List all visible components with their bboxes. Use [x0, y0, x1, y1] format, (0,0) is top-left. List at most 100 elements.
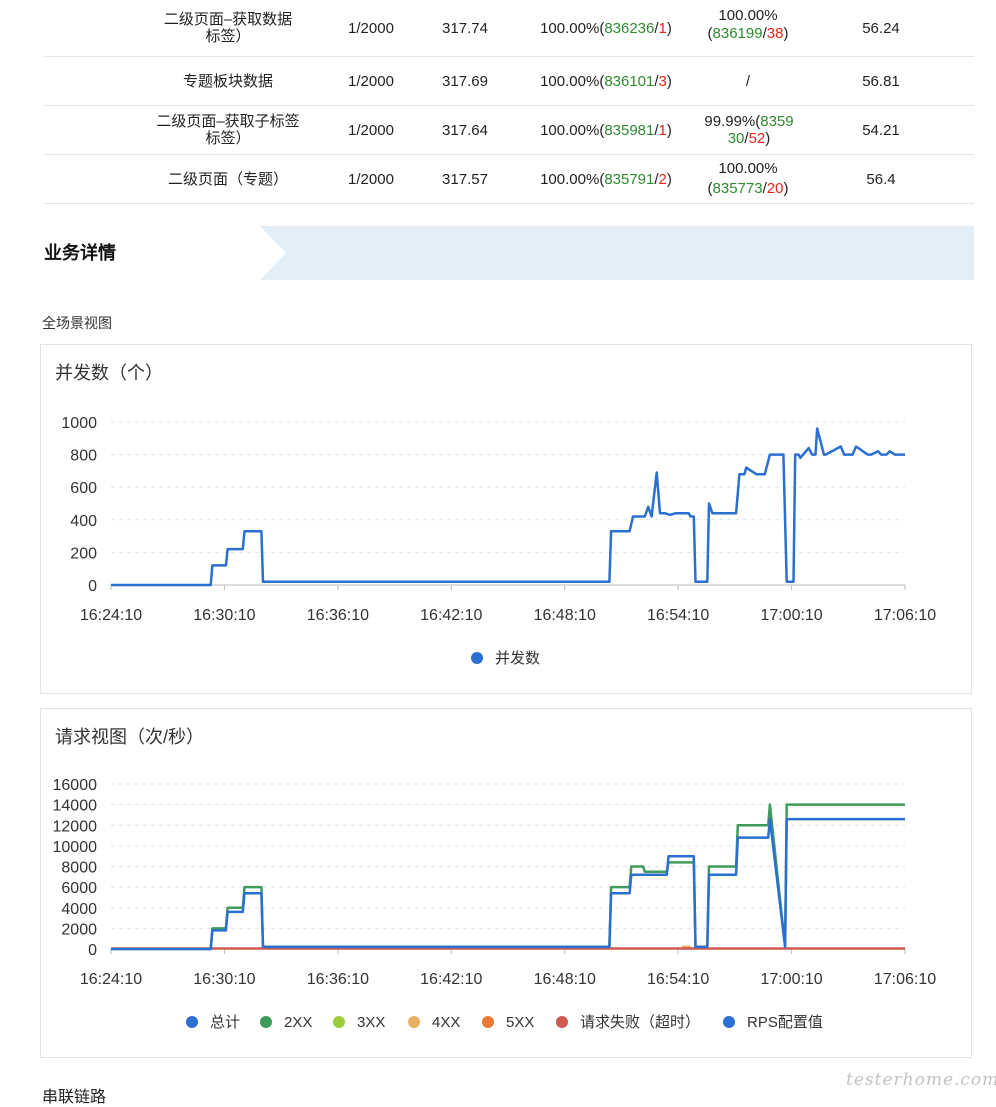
table-row: 二级页面（专题） 1/2000 317.57 100.00%(835791/2)…: [44, 155, 974, 204]
summary-table: 二级页面–获取数据标签） 1/2000 317.74 100.00%(83623…: [44, 0, 974, 204]
throughput: 56.24: [862, 19, 900, 37]
throughput: 56.81: [862, 72, 900, 90]
x-tick-label: 16:42:10: [420, 607, 482, 624]
check-fail-count: 38: [766, 25, 784, 42]
section-tab-arrow: [260, 226, 286, 280]
x-tick-label: 16:24:10: [80, 607, 142, 624]
success-count: 836236: [604, 19, 655, 37]
legend-label[interactable]: 4XX: [432, 1014, 460, 1031]
y-tick-label: 600: [70, 480, 97, 497]
success-count: 835791: [604, 170, 655, 188]
x-tick-label: 16:30:10: [193, 607, 255, 624]
section-header: 业务详情: [22, 226, 974, 280]
fail-count: 2: [658, 170, 667, 188]
request-chart: 0 2000 4000 6000 8000 10000 12000 14000 16000 16:…: [53, 777, 937, 1031]
x-tick-label: 17:00:10: [760, 971, 822, 988]
legend-label[interactable]: 总计: [210, 1014, 240, 1031]
check-rate: 100.00% (835773/20): [707, 160, 789, 197]
fail-count: 1: [658, 19, 667, 37]
x-tick-label: 17:06:10: [874, 971, 936, 988]
success-percent: 100.00%: [540, 121, 600, 139]
concurrency-chart: 0 200 400 600 800 1000 16:24:10 16:30:10 16:36:1…: [61, 415, 936, 667]
check-success-count: 836199: [712, 25, 763, 42]
api-name: 二级页面–获取子标签标签）: [156, 113, 300, 147]
series-line: [111, 427, 905, 587]
fail-count: 1: [658, 121, 667, 139]
legend-marker[interactable]: [482, 1016, 494, 1028]
table-row: 二级页面–获取子标签标签） 1/2000 317.64 100.00%(8359…: [44, 106, 974, 155]
success-percent: 100.00%: [540, 170, 600, 188]
api-name: 专题板块数据: [182, 72, 273, 90]
y-tick-label: 6000: [61, 880, 97, 897]
throughput: 54.21: [862, 121, 900, 139]
x-tick-label: 16:42:10: [420, 971, 482, 988]
check-percent: 100.00%: [718, 160, 778, 177]
y-tick-label: 0: [88, 942, 97, 959]
x-tick-label: 16:24:10: [80, 971, 142, 988]
x-tick-label: 16:30:10: [193, 971, 255, 988]
check-rate: 100.00% (836199/38): [707, 7, 789, 42]
concurrency-ratio: 1/2000: [348, 121, 394, 139]
success-count: 836101: [604, 72, 655, 90]
response-time: 317.57: [442, 170, 488, 188]
check-rate: 99.99%(835930/52): [704, 113, 794, 147]
legend-marker[interactable]: [723, 1016, 735, 1028]
y-tick-label: 10000: [53, 839, 98, 856]
success-rate: 100.00%(835981/1): [540, 121, 672, 139]
legend-label[interactable]: 请求失败（超时）: [580, 1014, 700, 1031]
legend-label[interactable]: 并发数: [495, 650, 540, 667]
section-title: 业务详情: [44, 243, 116, 263]
check-success-count: 835773: [712, 180, 763, 197]
y-tick-label: 12000: [53, 818, 98, 835]
response-time: 317.74: [442, 19, 488, 37]
success-percent: 100.00%: [540, 72, 600, 90]
x-tick-label: 16:48:10: [534, 607, 596, 624]
x-tick-label: 16:36:10: [307, 971, 369, 988]
legend-marker[interactable]: [556, 1016, 568, 1028]
check-fail-count: 20: [766, 180, 784, 197]
check-percent: 100.00%: [718, 7, 778, 24]
y-tick-label: 16000: [53, 777, 98, 794]
check-rate: /: [745, 72, 751, 90]
x-tick-label: 16:54:10: [647, 971, 709, 988]
overview-label: 全场景视图: [42, 315, 112, 331]
y-tick-label: 800: [70, 448, 97, 465]
check-fail-count: 52: [748, 130, 766, 147]
x-tick-label: 16:48:10: [534, 971, 596, 988]
y-tick-label: 4000: [61, 901, 97, 918]
y-tick-label: 2000: [61, 921, 97, 938]
response-time: 317.64: [442, 121, 488, 139]
concurrency-ratio: 1/2000: [348, 72, 394, 90]
legend-label[interactable]: 2XX: [284, 1014, 312, 1031]
api-name: 二级页面（专题）: [167, 170, 288, 188]
y-tick-label: 14000: [53, 798, 98, 815]
legend-marker[interactable]: [333, 1016, 345, 1028]
legend-marker[interactable]: [260, 1016, 272, 1028]
success-rate: 100.00%(835791/2): [540, 170, 672, 188]
concurrency-ratio: 1/2000: [348, 19, 394, 37]
success-rate: 100.00%(836236/1): [540, 19, 672, 37]
chain-label: 串联链路: [42, 1089, 107, 1106]
y-tick-label: 1000: [61, 415, 97, 432]
x-tick-label: 17:06:10: [874, 607, 936, 624]
api-name: 二级页面–获取数据标签）: [163, 11, 293, 45]
legend-label[interactable]: RPS配置值: [747, 1014, 823, 1031]
concurrency-chart-panel: 并发数（个） 0 200 400 600 800 1000 16:24:10 16:30:10…: [40, 344, 972, 694]
concurrency-ratio: 1/2000: [348, 170, 394, 188]
x-tick-label: 17:00:10: [760, 607, 822, 624]
y-tick-label: 400: [70, 513, 97, 530]
throughput: 56.4: [866, 170, 896, 188]
response-time: 317.69: [442, 72, 488, 90]
y-tick-label: 200: [70, 545, 97, 562]
y-tick-label: 8000: [61, 860, 97, 877]
legend-marker[interactable]: [408, 1016, 420, 1028]
success-rate: 100.00%(836101/3): [540, 72, 672, 90]
table-row: 专题板块数据 1/2000 317.69 100.00%(836101/3) /…: [44, 57, 974, 106]
legend-label[interactable]: 5XX: [506, 1014, 534, 1031]
table-row: 二级页面–获取数据标签） 1/2000 317.74 100.00%(83623…: [44, 0, 974, 57]
fail-count: 3: [658, 72, 667, 90]
legend-marker[interactable]: [471, 652, 483, 664]
legend-marker[interactable]: [186, 1016, 198, 1028]
legend-label[interactable]: 3XX: [357, 1014, 385, 1031]
x-tick-label: 16:54:10: [647, 607, 709, 624]
